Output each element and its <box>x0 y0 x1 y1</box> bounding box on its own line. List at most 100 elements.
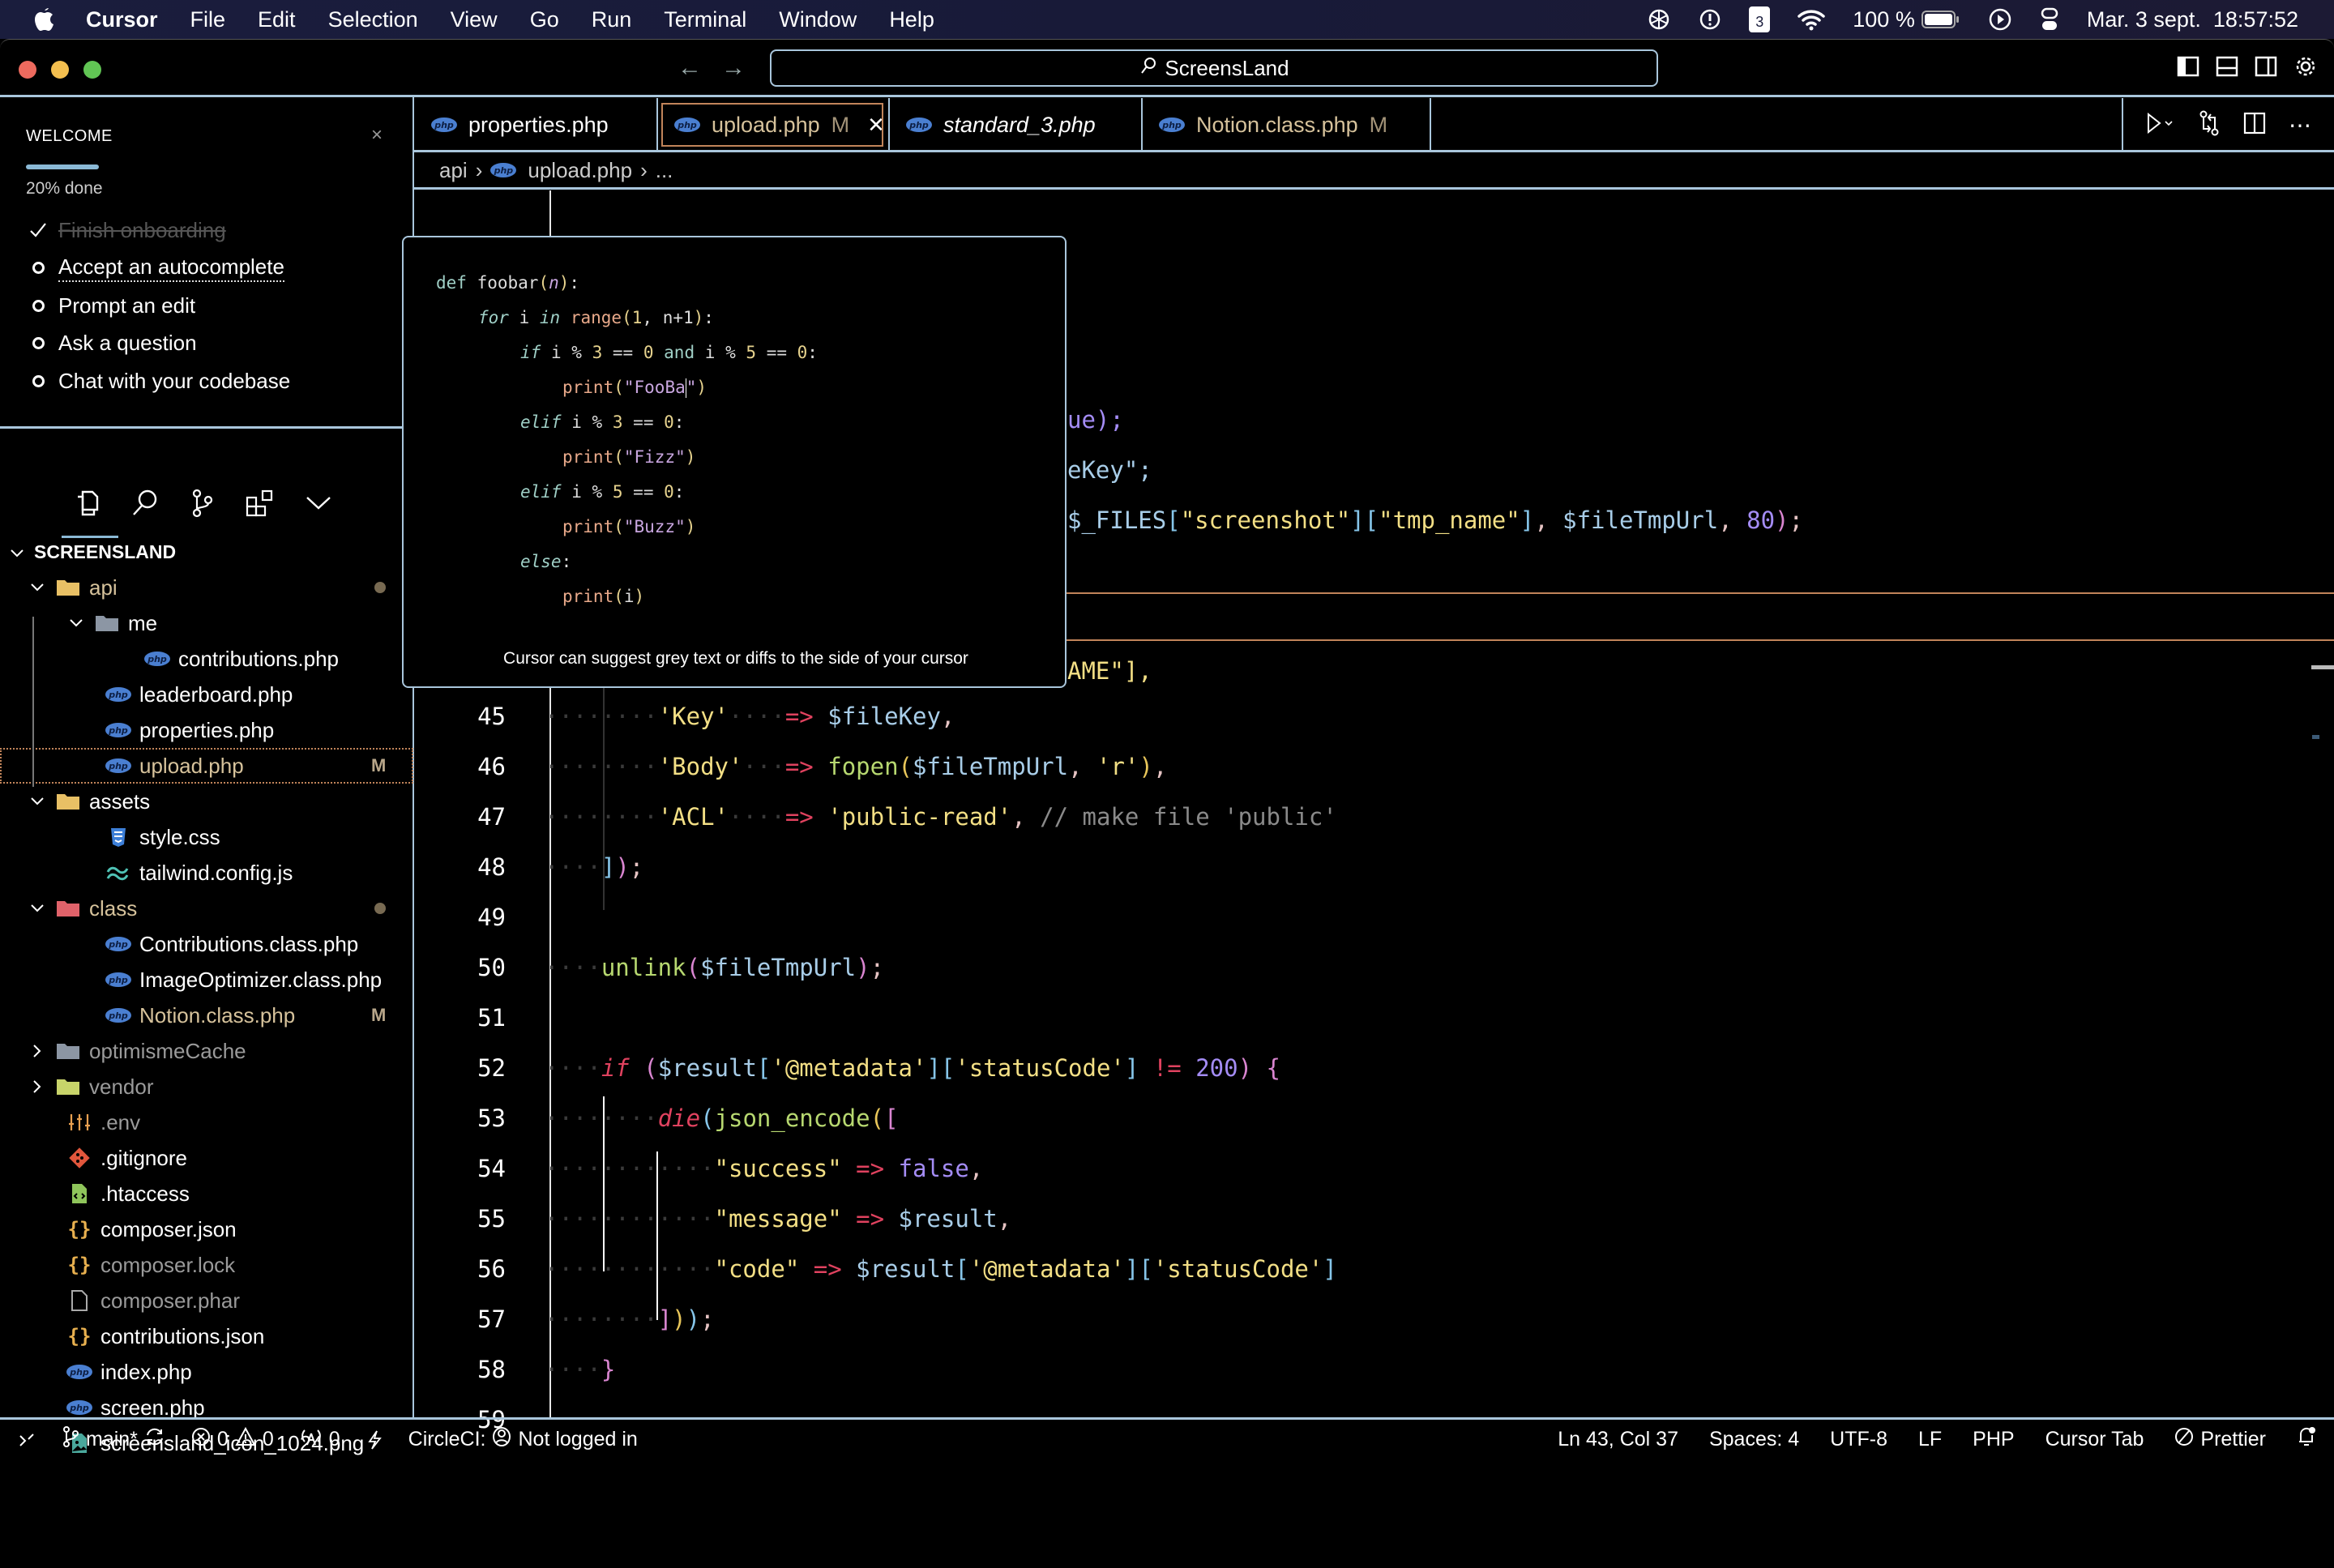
remote-indicator-icon[interactable] <box>18 1431 36 1449</box>
menu-window[interactable]: Window <box>779 7 857 32</box>
menu-help[interactable]: Help <box>889 7 934 32</box>
explorer-file[interactable]: php ImageOptimizer.class.php <box>0 962 413 998</box>
explorer-folder[interactable]: api <box>0 570 413 605</box>
minimize-window-button[interactable] <box>51 61 69 79</box>
menu-edit[interactable]: Edit <box>258 7 296 32</box>
explorer-file[interactable]: php index.php <box>0 1354 413 1390</box>
scrollbar-thumb[interactable] <box>2311 665 2334 669</box>
explorer-folder[interactable]: me <box>0 605 413 641</box>
toggle-panel-icon[interactable] <box>2216 56 2238 81</box>
tab-standard-3-php[interactable]: php standard_3.php <box>890 98 1143 152</box>
onboarding-task[interactable]: Accept an autocomplete <box>29 250 290 288</box>
search-icon[interactable] <box>131 489 159 520</box>
extensions-icon[interactable] <box>245 489 274 522</box>
onboarding-task[interactable]: Chat with your codebase <box>29 362 290 400</box>
zoom-window-button[interactable] <box>83 61 101 79</box>
git-branch-status[interactable]: main* <box>62 1426 165 1453</box>
circleci-status[interactable]: CircleCI: Not logged in <box>408 1426 638 1453</box>
command-center-search[interactable]: ScreensLand <box>770 49 1658 87</box>
user-circle-icon <box>492 1426 511 1453</box>
explorer-root-folder[interactable]: SCREENSLAND <box>10 534 176 570</box>
tab-upload-php[interactable]: php upload.php M ✕ <box>658 98 890 152</box>
git-changes-dot <box>374 903 386 914</box>
explorer-item-label: index.php <box>100 1359 192 1384</box>
menu-selection[interactable]: Selection <box>328 7 418 32</box>
prettier-status[interactable]: Prettier <box>2174 1427 2266 1452</box>
explorer-item-label: Contributions.class.php <box>139 931 359 956</box>
line-number: 45 <box>477 703 506 730</box>
explorer-file[interactable]: php contributions.php <box>0 641 413 677</box>
source-control-icon[interactable] <box>190 489 214 522</box>
run-icon[interactable] <box>2146 112 2175 138</box>
compare-changes-icon[interactable] <box>2198 110 2221 140</box>
toggle-secondary-sidebar-icon[interactable] <box>2255 56 2277 81</box>
wifi-icon[interactable] <box>1798 8 1826 31</box>
explorer-file[interactable]: {} contributions.json <box>0 1318 413 1354</box>
explorer-file[interactable]: .gitignore <box>0 1140 413 1176</box>
calendar-icon[interactable]: 3 <box>1749 6 1771 32</box>
battery-icon[interactable] <box>1921 10 1960 29</box>
explorer-file[interactable]: php upload.php M <box>0 748 413 784</box>
onboarding-task[interactable]: Ask a question <box>29 325 290 363</box>
welcome-close-icon[interactable]: × <box>371 124 383 147</box>
explorer-file[interactable]: php leaderboard.php <box>0 677 413 712</box>
encoding-setting[interactable]: UTF-8 <box>1830 1428 1887 1451</box>
toggle-primary-sidebar-icon[interactable] <box>2177 56 2199 81</box>
menu-view[interactable]: View <box>451 7 498 32</box>
split-editor-icon[interactable] <box>2243 112 2266 139</box>
indentation-setting[interactable]: Spaces: 4 <box>1709 1428 1799 1451</box>
apple-menu-icon[interactable] <box>32 6 60 33</box>
close-window-button[interactable] <box>19 61 36 79</box>
checkmark-icon <box>29 222 58 238</box>
menu-file[interactable]: File <box>190 7 226 32</box>
lightning-icon[interactable] <box>366 1429 383 1451</box>
explorer-folder[interactable]: optimismeCache <box>0 1033 413 1069</box>
settings-gear-icon[interactable] <box>2293 54 2318 83</box>
explorer-files-icon[interactable] <box>75 489 100 522</box>
explorer-folder[interactable]: vendor <box>0 1069 413 1104</box>
explorer-file[interactable]: .htaccess <box>0 1176 413 1211</box>
clock-datetime[interactable]: Mar. 3 sept. 18:57:52 <box>2087 7 2298 32</box>
breadcrumb-folder[interactable]: api <box>439 158 468 183</box>
explorer-file[interactable]: {} composer.json <box>0 1211 413 1247</box>
onboarding-task[interactable]: Finish onboarding <box>29 211 290 250</box>
explorer-file[interactable]: php properties.php <box>0 712 413 748</box>
breadcrumb-symbol[interactable]: ... <box>656 158 673 183</box>
explorer-item-label: .htaccess <box>100 1181 190 1206</box>
breadcrumb-file[interactable]: upload.php <box>528 158 632 183</box>
explorer-file[interactable]: composer.phar <box>0 1283 413 1318</box>
chevron-down-icon[interactable] <box>305 495 332 515</box>
more-actions-icon[interactable]: ⋯ <box>2289 112 2311 139</box>
explorer-file[interactable]: php Contributions.class.php <box>0 926 413 962</box>
explorer-file[interactable]: {} composer.lock <box>0 1247 413 1283</box>
problems-status[interactable]: 0 0 <box>191 1426 274 1452</box>
control-center-icon[interactable] <box>2040 7 2059 32</box>
ports-status[interactable]: 0 <box>300 1427 340 1452</box>
time-machine-icon[interactable] <box>1699 8 1721 31</box>
chatgpt-icon[interactable] <box>1647 7 1671 32</box>
media-play-icon[interactable] <box>1988 7 2012 32</box>
forward-arrow-icon[interactable]: → <box>721 54 746 82</box>
explorer-folder[interactable]: class <box>0 891 413 926</box>
explorer-file[interactable]: .env <box>0 1104 413 1140</box>
eol-setting[interactable]: LF <box>1918 1428 1942 1451</box>
cursor-tab-status[interactable]: Cursor Tab <box>2045 1428 2144 1451</box>
explorer-folder[interactable]: assets <box>0 784 413 819</box>
back-arrow-icon[interactable]: ← <box>678 54 702 82</box>
menu-app-cursor[interactable]: Cursor <box>86 7 158 32</box>
language-mode[interactable]: PHP <box>1973 1428 2014 1451</box>
sync-icon[interactable] <box>144 1427 165 1452</box>
tab-notion-class-php[interactable]: php Notion.class.php M <box>1143 98 1431 152</box>
menu-run[interactable]: Run <box>592 7 632 32</box>
css-file-icon <box>102 825 135 849</box>
explorer-file[interactable]: php Notion.class.php M <box>0 998 413 1033</box>
explorer-file[interactable]: style.css <box>0 819 413 855</box>
menu-go[interactable]: Go <box>530 7 559 32</box>
notifications-bell-icon[interactable] <box>2297 1425 2316 1454</box>
menu-terminal[interactable]: Terminal <box>664 7 746 32</box>
cursor-position[interactable]: Ln 43, Col 37 <box>1558 1428 1678 1451</box>
explorer-file[interactable]: tailwind.config.js <box>0 855 413 891</box>
tab-properties-php[interactable]: php properties.php <box>415 98 658 152</box>
onboarding-task[interactable]: Prompt an edit <box>29 287 290 325</box>
explorer-item-label: class <box>89 895 138 921</box>
